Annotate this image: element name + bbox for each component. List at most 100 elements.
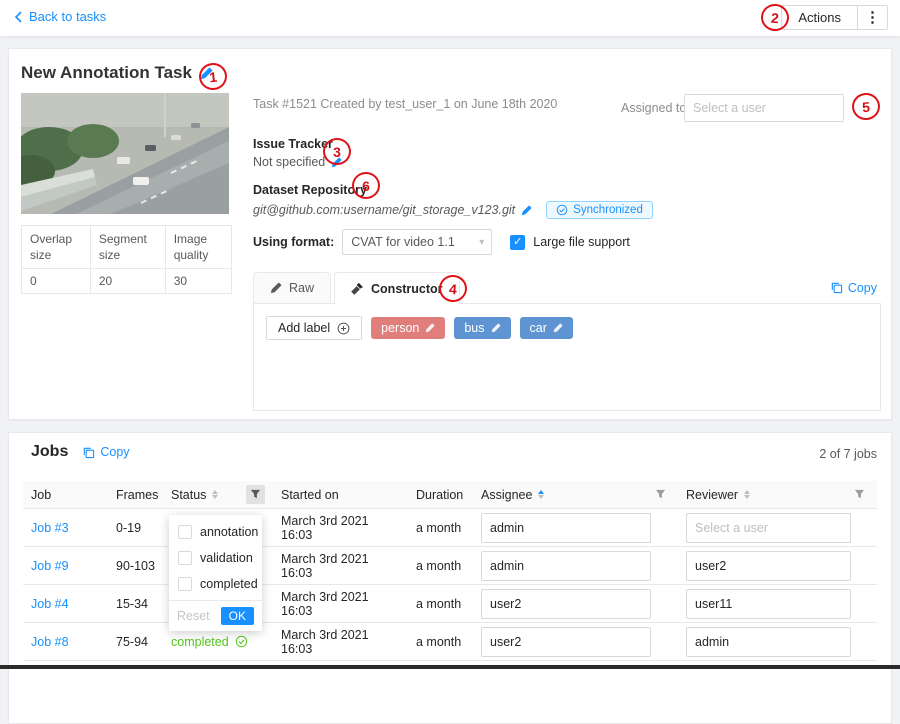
assigned-to-label: Assigned to	[621, 101, 686, 115]
started-cell: March 3rd 2021 16:03	[273, 552, 408, 580]
labels-copy-label: Copy	[848, 281, 877, 295]
jobs-table: Job Frames Status Started on Duration As…	[23, 481, 877, 661]
chevron-down-icon: ▾	[479, 237, 484, 248]
large-file-support-checkbox[interactable]: ✓	[510, 235, 525, 250]
jobs-title: Jobs	[31, 443, 68, 461]
filter-reset-button[interactable]: Reset	[177, 609, 210, 623]
filter-option-validation[interactable]: validation	[169, 545, 262, 571]
annotation-circle-3: 3	[323, 138, 351, 165]
label-chip-car-text: car	[530, 321, 547, 335]
reviewer-sort-button[interactable]	[744, 490, 750, 499]
edit-label-icon[interactable]	[553, 323, 563, 333]
reviewer-input[interactable]	[686, 513, 851, 543]
label-chip-bus-text: bus	[464, 321, 484, 335]
table-row: Job #3 0-19 March 3rd 2021 16:03 a month	[23, 509, 877, 547]
sync-status-badge: Synchronized	[546, 201, 653, 219]
label-chip-bus[interactable]: bus	[454, 317, 510, 339]
assignee-input[interactable]	[481, 513, 651, 543]
edit-label-icon[interactable]	[425, 323, 435, 333]
copy-icon	[82, 446, 95, 459]
actions-group: Actions ⋮	[781, 5, 888, 30]
labels-copy-button[interactable]: Copy	[830, 281, 881, 295]
frames-cell: 0-19	[108, 521, 163, 535]
assignee-input[interactable]	[481, 627, 651, 657]
checkbox-icon[interactable]	[178, 577, 192, 591]
task-meta: Task #1521 Created by test_user_1 on Jun…	[253, 97, 557, 111]
add-label-text: Add label	[278, 321, 330, 335]
format-row: Using format: CVAT for video 1.1 ▾ ✓ Lar…	[253, 229, 630, 255]
annotation-circle-6: 6	[352, 172, 380, 199]
reviewer-input[interactable]	[686, 551, 851, 581]
job-link[interactable]: Job #4	[31, 597, 69, 611]
labels-tab-bar: Raw Constructor Copy	[253, 271, 881, 304]
status-filter-dropdown: annotation validation completed Reset OK	[169, 515, 262, 631]
edit-repository-icon[interactable]	[521, 205, 532, 216]
check-circle-icon	[235, 635, 248, 648]
frames-cell: 90-103	[108, 559, 163, 573]
assignee-input[interactable]	[481, 551, 651, 581]
page-title: New Annotation Task	[21, 63, 192, 83]
checkbox-icon[interactable]	[178, 525, 192, 539]
assignee-sort-button[interactable]	[538, 490, 544, 499]
param-value-quality: 30	[165, 269, 231, 294]
table-row: Job #4 15-34 March 3rd 2021 16:03 a mont…	[23, 585, 877, 623]
edit-label-icon[interactable]	[491, 323, 501, 333]
filter-option-label: completed	[200, 577, 258, 591]
frames-cell: 15-34	[108, 597, 163, 611]
reviewer-input[interactable]	[686, 627, 851, 657]
task-assignee-input[interactable]	[684, 94, 844, 122]
sync-status-label: Synchronized	[573, 204, 643, 216]
label-chip-person[interactable]: person	[371, 317, 445, 339]
started-cell: March 3rd 2021 16:03	[273, 514, 408, 542]
labels-row: Add label person bus	[266, 316, 573, 340]
build-icon	[351, 282, 364, 295]
jobs-copy-button[interactable]: Copy	[82, 445, 133, 459]
filter-option-completed[interactable]: completed	[169, 571, 262, 597]
assignee-filter-icon[interactable]	[651, 485, 670, 504]
tab-raw[interactable]: Raw	[253, 272, 331, 304]
col-duration: Duration	[408, 481, 473, 508]
screen-bottom-edge	[0, 665, 900, 669]
large-file-support-label: Large file support	[533, 235, 630, 249]
filter-ok-button[interactable]: OK	[221, 607, 254, 625]
copy-icon	[830, 281, 843, 294]
repository-url: git@github.com:username/git_storage_v123…	[253, 203, 515, 217]
reviewer-input[interactable]	[686, 589, 851, 619]
col-frames: Frames	[108, 481, 163, 508]
checkbox-icon[interactable]	[178, 551, 192, 565]
actions-menu-icon[interactable]: ⋮	[858, 5, 888, 30]
param-header-quality: Image quality	[165, 226, 231, 269]
plus-circle-icon	[337, 322, 350, 335]
job-link[interactable]: Job #3	[31, 521, 69, 535]
tab-raw-label: Raw	[289, 281, 314, 295]
task-params-table: Overlap size Segment size Image quality …	[21, 225, 232, 294]
filter-option-annotation[interactable]: annotation	[169, 519, 262, 545]
col-assignee: Assignee	[473, 481, 678, 508]
jobs-copy-label: Copy	[100, 445, 129, 459]
format-select[interactable]: CVAT for video 1.1 ▾	[342, 229, 492, 255]
actions-button[interactable]: Actions	[781, 5, 858, 30]
status-sort-button[interactable]	[212, 490, 218, 499]
add-label-button[interactable]: Add label	[266, 316, 362, 340]
using-format-label: Using format:	[253, 235, 334, 249]
issue-tracker-value: Not specified	[253, 155, 325, 169]
status-filter-icon[interactable]	[246, 485, 265, 504]
jobs-table-header: Job Frames Status Started on Duration As…	[23, 481, 877, 509]
status-cell: completed	[171, 635, 265, 649]
job-link[interactable]: Job #9	[31, 559, 69, 573]
label-chip-car[interactable]: car	[520, 317, 573, 339]
frames-cell: 75-94	[108, 635, 163, 649]
col-started: Started on	[273, 481, 408, 508]
issue-tracker-label: Issue Tracker	[253, 137, 333, 151]
reviewer-filter-icon[interactable]	[850, 485, 869, 504]
started-cell: March 3rd 2021 16:03	[273, 590, 408, 618]
filter-option-label: validation	[200, 551, 253, 565]
format-select-value: CVAT for video 1.1	[351, 235, 455, 249]
duration-cell: a month	[408, 635, 473, 649]
job-link[interactable]: Job #8	[31, 635, 69, 649]
param-value-segment: 20	[90, 269, 165, 294]
assignee-input[interactable]	[481, 589, 651, 619]
back-to-tasks-link[interactable]: Back to tasks	[14, 9, 106, 24]
col-job: Job	[23, 481, 108, 508]
jobs-header: Jobs Copy	[31, 443, 134, 461]
